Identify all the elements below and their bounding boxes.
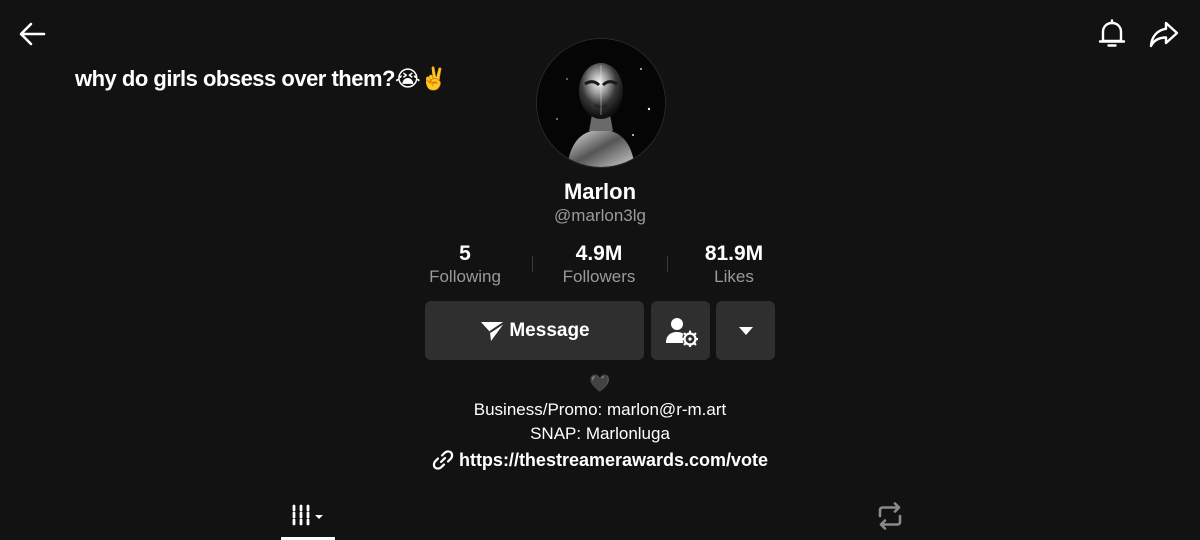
- stat-followers[interactable]: 4.9M Followers: [532, 242, 666, 288]
- bio-link-text: https://thestreamerawards.com/vote: [458, 449, 769, 470]
- stat-likes[interactable]: 81.9M Likes: [667, 242, 801, 288]
- repost-icon: [878, 502, 902, 530]
- add-friend-button[interactable]: [651, 301, 710, 360]
- profile-note[interactable]: why do girls obsess over them?😭✌️: [75, 66, 448, 92]
- stat-label: Following: [429, 267, 501, 286]
- bio-heart: 🖤: [589, 374, 611, 393]
- back-button[interactable]: [12, 14, 52, 54]
- bio-link[interactable]: https://thestreamerawards.com/vote: [0, 449, 1200, 471]
- stat-value: 81.9M: [704, 242, 764, 265]
- avatar[interactable]: [536, 38, 666, 168]
- bio: 🖤 Business/Promo: marlon@r-m.art SNAP: M…: [0, 372, 1200, 446]
- stat-label: Likes: [714, 267, 754, 286]
- caret-down-icon: [738, 326, 753, 335]
- bio-line: SNAP: Marlonluga: [530, 424, 670, 443]
- tab-reposts[interactable]: [862, 494, 918, 538]
- notifications-button[interactable]: [1092, 14, 1132, 54]
- display-name: Marlon: [563, 179, 637, 204]
- add-friend-icon: [665, 317, 698, 347]
- more-options-button[interactable]: [716, 301, 775, 360]
- message-button-label: Message: [509, 319, 590, 341]
- share-button[interactable]: [1144, 14, 1184, 54]
- profile-stats: 5 Following 4.9M Followers 81.9M Likes: [398, 242, 802, 290]
- arrow-left-icon: [19, 22, 46, 46]
- username: @marlon3lg: [554, 206, 646, 225]
- stat-value: 5: [459, 242, 471, 265]
- stat-label: Followers: [562, 267, 636, 286]
- share-icon: [1149, 21, 1179, 48]
- content-tabs: [0, 494, 1200, 540]
- grid-icon: [292, 504, 323, 526]
- stat-value: 4.9M: [575, 242, 623, 265]
- avatar-image: [537, 39, 665, 167]
- bell-icon: [1098, 19, 1126, 47]
- stat-following[interactable]: 5 Following: [398, 242, 532, 288]
- paper-plane-icon: [479, 319, 507, 343]
- tab-videos[interactable]: [280, 494, 336, 538]
- bio-line: Business/Promo: marlon@r-m.art: [473, 400, 727, 419]
- message-button[interactable]: Message: [425, 301, 644, 360]
- link-icon: [432, 449, 454, 471]
- profile-page: why do girls obsess over them?😭✌️ Marlon…: [0, 0, 1200, 540]
